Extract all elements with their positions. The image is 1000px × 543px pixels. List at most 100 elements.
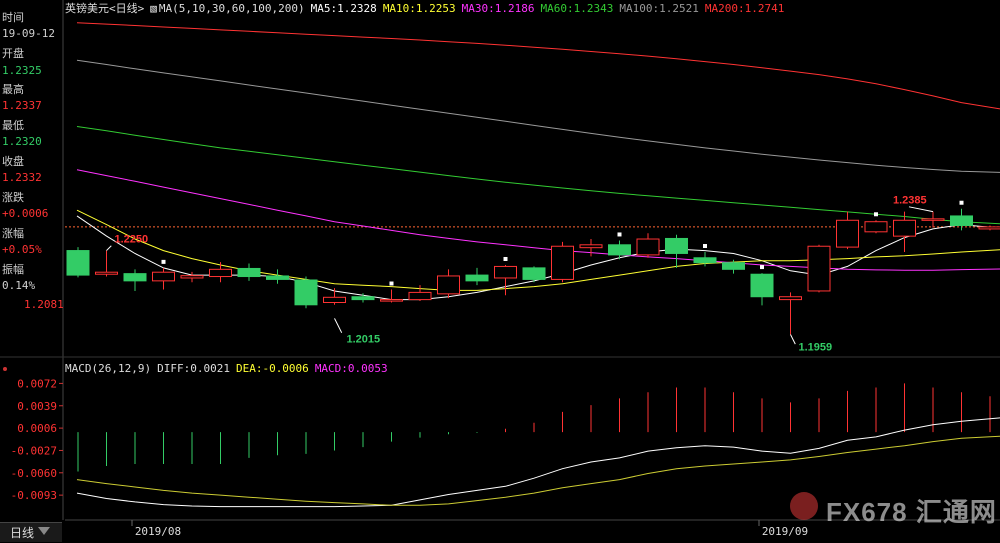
candle-body (152, 271, 175, 282)
candle-body (323, 296, 346, 303)
annotation-leader (334, 318, 343, 333)
open-value: 1.2325 (2, 64, 42, 77)
signal-marker-icon (760, 265, 764, 270)
candle-body (209, 268, 232, 278)
candle-body (437, 275, 460, 295)
legend-ma10: MA10:1.2253 (382, 2, 456, 15)
legend-ma30: MA30:1.2186 (461, 2, 535, 15)
high-value: 1.2337 (2, 99, 42, 112)
pct-value: +0.05% (2, 243, 42, 256)
ma-line-ma30 (76, 169, 1000, 271)
low-label: 最低 (2, 119, 24, 132)
chart-canvas: 1.2250 1.2015 1.1959 1.2385 0.0072 0.0039 0.00… (0, 0, 1000, 538)
ma-line-ma200 (76, 22, 1000, 110)
candle-body (978, 226, 1000, 230)
candle-body (465, 274, 489, 282)
amp-label: 振幅 (2, 263, 24, 276)
candle-body (779, 296, 802, 301)
signal-marker-icon (959, 200, 964, 205)
candle-body (551, 245, 574, 280)
candle-body (665, 237, 688, 254)
candle-body (95, 271, 118, 275)
signal-marker-icon (874, 212, 878, 217)
signal-marker-icon (617, 232, 622, 237)
signal-marker-icon (161, 259, 166, 264)
low-value: 1.2320 (2, 135, 42, 148)
candle-body (893, 219, 916, 237)
chevron-down-icon[interactable] (38, 527, 50, 535)
legend-ma200: MA200:1.2741 (704, 2, 785, 15)
macd-tick-label: 0.0072 (17, 377, 57, 390)
tab-daily[interactable]: 日线 (0, 522, 62, 542)
candle-body (921, 218, 945, 221)
watermark-text: FX678 汇通网 (826, 497, 997, 527)
legend-ma100: MA100:1.2521 (619, 2, 699, 15)
price-annotation: 1.1959 (799, 342, 833, 354)
candle-body (579, 244, 603, 249)
ma-settings-icon[interactable]: ▧ (150, 2, 157, 15)
candle-body (807, 245, 831, 292)
candle-body (950, 215, 973, 226)
macd-tick-label: 0.0039 (17, 400, 57, 413)
macd-tick-label: 0.0006 (17, 422, 57, 435)
watermark: FX678 汇通网 (792, 492, 997, 529)
candle-body (408, 291, 432, 301)
tab-daily-label: 日线 (10, 526, 35, 540)
candle-body (494, 265, 517, 279)
candle-body (123, 273, 147, 282)
change-label: 涨跌 (2, 191, 24, 204)
close-label: 收盘 (2, 155, 24, 168)
candle-body (266, 275, 289, 280)
candle-body (693, 257, 717, 264)
candle-body (294, 279, 318, 306)
candle-body (750, 273, 774, 298)
signal-marker-icon (503, 256, 508, 261)
macd-dea: DEA:-0.0006 (235, 362, 309, 375)
macd-legend: MACD(26,12,9) DIFF:0.0021 DEA:-0.0006 MACD:… (65, 362, 394, 375)
price-annotation: 1.2015 (347, 333, 381, 345)
change-value: +0.0006 (2, 207, 49, 220)
candle-body (66, 250, 90, 276)
macd-value: MACD:0.0053 (314, 362, 388, 375)
signal-marker-icon (703, 244, 707, 249)
macd-tick-label: -0.0093 (11, 489, 57, 502)
macd-marker-dot (3, 367, 7, 371)
open-label: 开盘 (2, 47, 24, 60)
price-tick-label: 1.2081 (24, 298, 64, 311)
macd-tick-label: -0.0060 (11, 467, 57, 480)
signal-marker-icon (389, 281, 394, 286)
price-annotation: 1.2250 (115, 234, 149, 246)
candle-body (722, 262, 745, 270)
amp-value: 0.14% (2, 279, 36, 292)
candle-body (522, 267, 546, 280)
time-value: 19-09-12 (2, 27, 55, 40)
candle-body (864, 221, 888, 233)
pct-label: 涨幅 (2, 227, 24, 240)
candle-body (237, 267, 261, 278)
legend-title: 英镑美元<日线> (65, 2, 145, 15)
annotation-leader (790, 334, 796, 345)
macd-params: MACD(26,12,9) (65, 362, 152, 375)
high-label: 最高 (2, 83, 24, 96)
candle-body (351, 296, 375, 301)
legend-ma5: MA5:1.2328 (310, 2, 377, 15)
legend-ma-params: MA(5,10,30,60,100,200) (158, 2, 305, 15)
candle-body (380, 299, 403, 302)
close-value: 1.2332 (2, 171, 42, 184)
annotation-leader (106, 245, 112, 251)
price-annotation: 1.2385 (893, 195, 927, 207)
candle-body (180, 275, 204, 279)
x-tick-label: 2019/08 (135, 525, 181, 538)
macd-diff: DIFF:0.0021 (157, 362, 230, 375)
candle-body (608, 244, 631, 256)
ma-line-ma100 (76, 59, 1000, 173)
quote-sidebar: 时间 19-09-12 开盘 1.2325 最高 1.2337 最低 1.232… (0, 0, 62, 292)
candle-body (836, 219, 859, 248)
candle-body (636, 238, 660, 256)
ma-line-ma60 (76, 126, 1000, 225)
macd-tick-label: -0.0027 (11, 444, 57, 457)
legend-ma60: MA60:1.2343 (540, 2, 614, 15)
time-label: 时间 (2, 11, 24, 24)
annotation-leader (908, 206, 934, 213)
ma-legend: 英镑美元<日线> ▧ MA(5,10,30,60,100,200) MA5:1.232… (65, 0, 790, 15)
